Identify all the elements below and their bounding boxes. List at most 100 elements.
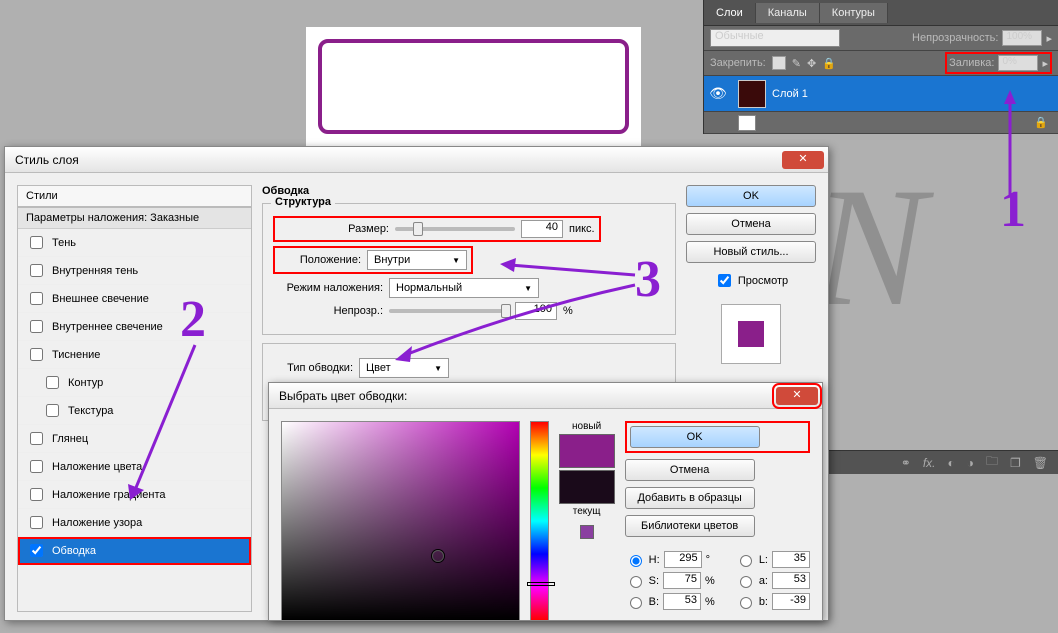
checkbox[interactable]: [30, 264, 43, 277]
blending-options-head[interactable]: Параметры наложения: Заказные: [18, 208, 251, 229]
stroke-type-select[interactable]: Цвет ▼: [359, 358, 449, 378]
fx-icon[interactable]: fx.: [923, 456, 936, 470]
style-label: Текстура: [68, 405, 113, 417]
mask-icon[interactable]: ◐: [947, 456, 954, 470]
cancel-button[interactable]: Отмена: [686, 213, 816, 235]
style-color-overlay[interactable]: Наложение цвета: [18, 453, 251, 481]
a-value[interactable]: 53: [772, 572, 810, 589]
style-inner-shadow[interactable]: Внутренняя тень: [18, 257, 251, 285]
checkbox[interactable]: [46, 376, 59, 389]
style-stroke[interactable]: Обводка: [18, 537, 251, 565]
background-thumbnail[interactable]: [738, 115, 756, 131]
b-label: B:: [649, 596, 659, 608]
style-bevel[interactable]: Тиснение: [18, 341, 251, 369]
ok-button[interactable]: OK: [630, 426, 760, 448]
color-libs-button[interactable]: Библиотеки цветов: [625, 515, 755, 537]
style-pattern-overlay[interactable]: Наложение узора: [18, 509, 251, 537]
blend-mode-select[interactable]: Нормальный ▼: [389, 278, 539, 298]
slider-thumb[interactable]: [413, 222, 423, 236]
fill-arrow-icon[interactable]: ▸: [1042, 57, 1048, 70]
adjustment-icon[interactable]: ◑: [967, 456, 974, 470]
color-picker-titlebar[interactable]: Выбрать цвет обводки: ✕: [269, 383, 822, 409]
styles-heading[interactable]: Стили: [17, 185, 252, 207]
layers-panel: Слои Каналы Контуры Обычные Непрозрачнос…: [703, 0, 1058, 134]
tab-paths[interactable]: Контуры: [820, 3, 888, 23]
s-radio[interactable]: [630, 576, 642, 588]
structure-group: Структура Размер: 40 пикс. Положение: Вн…: [262, 203, 676, 335]
lock-all-icon[interactable]: 🔒: [822, 57, 836, 70]
style-texture[interactable]: Текстура: [18, 397, 251, 425]
position-select[interactable]: Внутри ▼: [367, 250, 467, 270]
layer-name[interactable]: Слой 1: [772, 88, 808, 100]
opacity-slider[interactable]: [389, 309, 509, 313]
trash-icon[interactable]: 🗑: [1033, 456, 1048, 470]
style-contour[interactable]: Контур: [18, 369, 251, 397]
style-satin[interactable]: Глянец: [18, 425, 251, 453]
s-value[interactable]: 75: [663, 572, 701, 589]
preview-inner: [738, 321, 764, 347]
color-field-cursor[interactable]: [432, 550, 444, 562]
add-swatches-button[interactable]: Добавить в образцы: [625, 487, 755, 509]
document-stroke-preview: [318, 39, 629, 134]
checkbox[interactable]: [30, 432, 43, 445]
folder-icon[interactable]: 🗀: [986, 452, 998, 473]
checkbox[interactable]: [30, 236, 43, 249]
h-unit: °: [706, 554, 710, 566]
style-inner-glow[interactable]: Внутреннее свечение: [18, 313, 251, 341]
fill-label: Заливка:: [949, 57, 994, 69]
size-slider[interactable]: [395, 227, 515, 231]
checkbox[interactable]: [30, 488, 43, 501]
style-drop-shadow[interactable]: Тень: [18, 229, 251, 257]
opacity-value[interactable]: 100%: [1002, 30, 1042, 46]
close-button[interactable]: ✕: [782, 151, 824, 169]
new-layer-icon[interactable]: ❐: [1010, 456, 1021, 470]
hue-cursor[interactable]: [527, 582, 555, 586]
checkbox[interactable]: [30, 320, 43, 333]
style-gradient-overlay[interactable]: Наложение градиента: [18, 481, 251, 509]
checkbox[interactable]: [30, 460, 43, 473]
color-picker-dialog: Выбрать цвет обводки: ✕ новый текущ OK О…: [268, 382, 823, 621]
bb-value[interactable]: -39: [772, 593, 810, 610]
blend-mode-select[interactable]: Обычные: [710, 29, 840, 47]
checkbox[interactable]: [30, 544, 43, 557]
bb-radio[interactable]: [740, 597, 752, 609]
l-radio[interactable]: [740, 555, 752, 567]
slider-thumb[interactable]: [501, 304, 511, 318]
tab-layers[interactable]: Слои: [704, 3, 756, 23]
h-radio[interactable]: [630, 555, 642, 567]
preview-checkbox-row: Просмотр: [686, 271, 816, 290]
cancel-button[interactable]: Отмена: [625, 459, 755, 481]
checkbox[interactable]: [30, 292, 43, 305]
size-value[interactable]: 40: [521, 220, 563, 238]
checkbox[interactable]: [30, 516, 43, 529]
b-radio[interactable]: [630, 597, 642, 609]
ok-button[interactable]: OK: [686, 185, 816, 207]
visibility-icon[interactable]: 👁: [704, 85, 732, 102]
close-button[interactable]: ✕: [776, 387, 818, 405]
lock-transparent-icon[interactable]: [772, 56, 786, 70]
b-value[interactable]: 53: [663, 593, 701, 610]
h-value[interactable]: 295: [664, 551, 702, 568]
layer-row-1[interactable]: 👁 Слой 1: [704, 76, 1058, 112]
l-value[interactable]: 35: [772, 551, 810, 568]
fill-value[interactable]: 0%: [998, 55, 1038, 71]
layer-thumbnail[interactable]: [738, 80, 766, 108]
link-icon[interactable]: ⚭: [901, 456, 911, 470]
size-highlight: Размер: 40 пикс.: [273, 216, 601, 242]
color-field[interactable]: [281, 421, 520, 621]
new-style-button[interactable]: Новый стиль...: [686, 241, 816, 263]
a-radio[interactable]: [740, 576, 752, 588]
style-outer-glow[interactable]: Внешнее свечение: [18, 285, 251, 313]
opacity-value[interactable]: 100: [515, 302, 557, 320]
lock-move-icon[interactable]: ✥: [807, 57, 816, 70]
hue-slider[interactable]: [530, 421, 549, 621]
checkbox[interactable]: [30, 348, 43, 361]
layer-style-titlebar[interactable]: Стиль слоя ✕: [5, 147, 828, 173]
style-label: Наложение цвета: [52, 461, 142, 473]
checkbox[interactable]: [46, 404, 59, 417]
tab-channels[interactable]: Каналы: [756, 3, 820, 23]
lock-brush-icon[interactable]: ✎: [792, 57, 801, 70]
warning-swatch[interactable]: [580, 525, 594, 539]
preview-checkbox[interactable]: [718, 274, 731, 287]
opacity-arrow-icon[interactable]: ▸: [1046, 32, 1052, 45]
